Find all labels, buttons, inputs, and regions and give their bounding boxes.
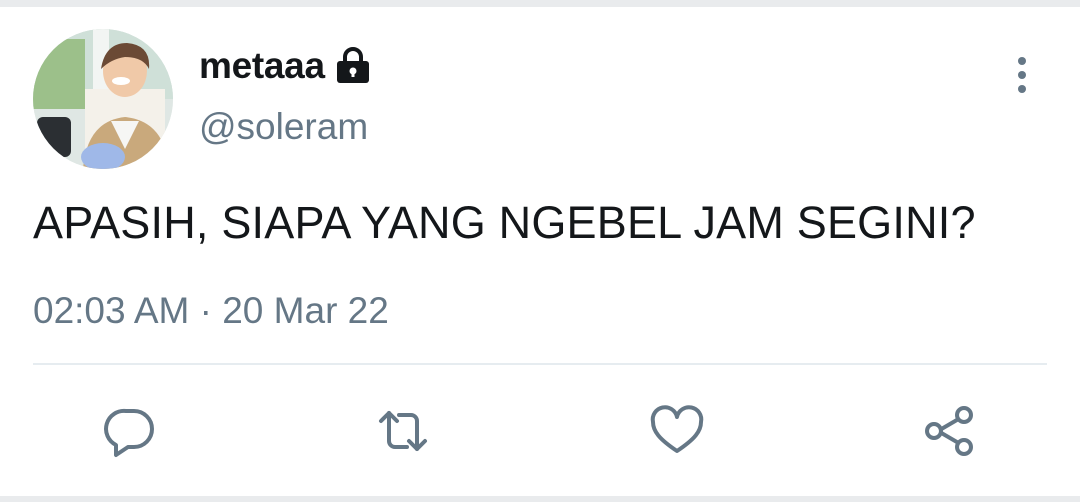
tweet-text: APASIH, SIAPA YANG NGEBEL JAM SEGINI? (33, 197, 976, 248)
divider (33, 363, 1047, 365)
avatar-image (33, 29, 173, 169)
reply-icon (104, 408, 154, 457)
meta-separator: · (199, 290, 212, 331)
tweet-date: 20 Mar 22 (222, 290, 389, 331)
retweet-icon (379, 411, 427, 451)
more-vertical-icon[interactable] (1005, 55, 1039, 95)
display-name[interactable]: metaaa (199, 45, 325, 87)
reply-button[interactable] (97, 398, 163, 464)
avatar[interactable] (33, 29, 173, 169)
timestamp-row: 02:03 AM · 20 Mar 22 (33, 290, 389, 332)
retweet-button[interactable] (370, 398, 436, 464)
like-icon (650, 405, 704, 453)
share-icon (925, 406, 973, 456)
author-row: metaaa (199, 44, 371, 88)
share-button[interactable] (917, 398, 983, 464)
tweet-card: metaaa @soleram APASIH, SIAPA YANG NGEBE… (0, 0, 1080, 502)
action-bar (0, 398, 1080, 464)
tweet-time: 02:03 AM (33, 290, 190, 331)
bottom-separator (0, 496, 1080, 502)
top-separator (0, 0, 1080, 7)
lock-icon (335, 47, 371, 85)
like-button[interactable] (644, 398, 710, 464)
handle[interactable]: @soleram (199, 106, 368, 148)
